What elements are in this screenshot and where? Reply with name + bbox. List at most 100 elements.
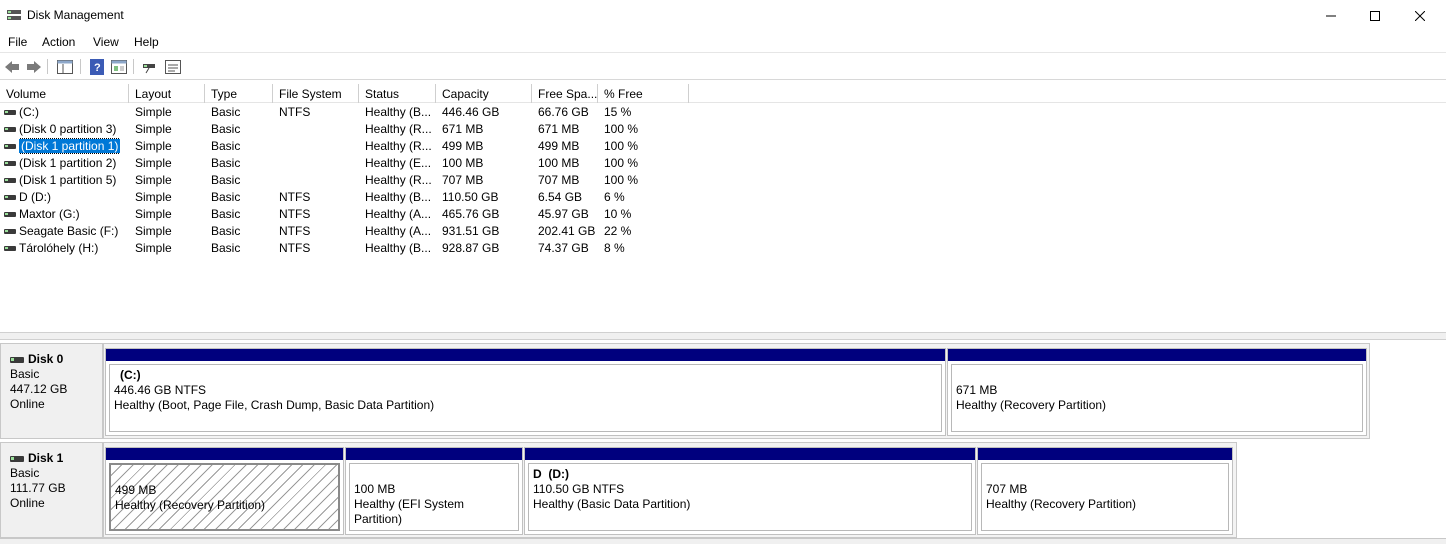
close-icon — [1415, 10, 1425, 21]
menu-file[interactable]: File — [8, 35, 27, 49]
connect-icon — [143, 63, 155, 73]
table-row[interactable]: (C:) Simple Basic NTFS Healthy (B... 446.46 G… — [0, 104, 1446, 121]
partition-body: 671 MB Healthy (Recovery Partition) — [951, 364, 1363, 432]
menu-action[interactable]: Action — [42, 35, 75, 49]
partition-disk0-recovery[interactable]: 671 MB Healthy (Recovery Partition) — [947, 348, 1367, 436]
cell-status: Healthy (E... — [365, 156, 432, 170]
menu-bar: File Action View Help — [0, 31, 1446, 53]
partition-disk1-recovery-1[interactable]: 499 MB Healthy (Recovery Partition) — [105, 447, 344, 535]
cell-percent-free: 100 % — [604, 122, 639, 136]
help-button[interactable]: ? — [88, 58, 106, 75]
cell-type: Basic — [211, 122, 241, 136]
table-row[interactable]: D (D:) Simple Basic NTFS Healthy (B... 110.50… — [0, 189, 1446, 206]
cell-volume: (Disk 1 partition 1) — [19, 138, 121, 155]
partition-disk1-recovery-5[interactable]: 707 MB Healthy (Recovery Partition) — [977, 447, 1233, 535]
volume-icon — [4, 246, 16, 251]
cell-type: Basic — [211, 156, 241, 170]
cell-free-space: 100 MB — [538, 156, 580, 170]
table-row[interactable]: (Disk 1 partition 1) Simple Basic Healthy (… — [0, 138, 1446, 155]
cell-layout: Simple — [135, 207, 172, 221]
cell-layout: Simple — [135, 241, 172, 255]
cell-percent-free: 8 % — [604, 241, 625, 255]
cell-percent-free: 15 % — [604, 105, 632, 119]
partition-body: 707 MB Healthy (Recovery Partition) — [981, 463, 1229, 531]
cell-layout: Simple — [135, 122, 172, 136]
table-row[interactable]: (Disk 0 partition 3) Simple Basic Healthy (… — [0, 121, 1446, 138]
partition-size: 671 MB — [956, 383, 998, 397]
disk-1-partition-track: 499 MB Healthy (Recovery Partition) 100 … — [103, 442, 1237, 538]
disk-0-name-row: Disk 0 — [10, 352, 102, 367]
cell-layout: Simple — [135, 139, 172, 153]
cell-volume: (C:) — [19, 105, 39, 119]
console-tree-icon — [57, 59, 73, 74]
partition-body: (C:) 446.46 GB NTFS Healthy (Boot, Page … — [109, 364, 942, 432]
cell-free-space: 6.54 GB — [538, 190, 583, 204]
column-header-status[interactable]: Status — [359, 84, 436, 103]
column-header-layout[interactable]: Layout — [129, 84, 205, 103]
cell-file-system: NTFS — [279, 224, 311, 238]
cell-volume: Maxtor (G:) — [19, 207, 80, 221]
cell-free-space: 45.97 GB — [538, 207, 589, 221]
partition-status: Healthy (Recovery Partition) — [986, 497, 1137, 511]
partition-size: 446.46 GB NTFS — [114, 383, 207, 397]
maximize-button[interactable] — [1352, 0, 1398, 31]
table-row[interactable]: Maxtor (G:) Simple Basic NTFS Healthy (A... 4… — [0, 206, 1446, 223]
toolbar: ? — [0, 53, 1446, 80]
connect-button[interactable] — [141, 58, 159, 75]
pane-splitter[interactable] — [0, 332, 1446, 340]
cell-percent-free: 6 % — [604, 190, 625, 204]
column-header-percent-free[interactable]: % Free — [598, 84, 689, 103]
cell-status: Healthy (A... — [365, 224, 432, 238]
volume-list-header: Volume Layout Type File System Status Ca… — [0, 84, 1446, 103]
table-row[interactable]: Seagate Basic (F:) Simple Basic NTFS Healthy… — [0, 223, 1446, 240]
volume-icon — [4, 229, 16, 234]
cell-volume: D (D:) — [19, 190, 51, 204]
disk-0-partition-track: (C:) 446.46 GB NTFS Healthy (Boot, Page … — [103, 343, 1370, 439]
partition-disk1-efi[interactable]: 100 MB Healthy (EFI System Partition) — [345, 447, 523, 535]
table-row[interactable]: (Disk 1 partition 5) Simple Basic Healthy (… — [0, 172, 1446, 189]
console-tree-button[interactable] — [56, 58, 74, 75]
table-row[interactable]: Tárolóhely (H:) Simple Basic NTFS Healthy (B… — [0, 240, 1446, 257]
disk-0-label[interactable]: Disk 0 Basic 447.12 GB Online — [0, 343, 103, 439]
disk-1-label[interactable]: Disk 1 Basic 111.77 GB Online — [0, 442, 103, 538]
cell-status: Healthy (R... — [365, 173, 432, 187]
column-header-capacity[interactable]: Capacity — [436, 84, 532, 103]
cell-file-system: NTFS — [279, 190, 311, 204]
table-row[interactable]: (Disk 1 partition 2) Simple Basic Healthy (… — [0, 155, 1446, 172]
column-header-type[interactable]: Type — [205, 84, 273, 103]
menu-help[interactable]: Help — [134, 35, 159, 49]
disk-icon — [10, 356, 24, 363]
svg-text:?: ? — [94, 62, 101, 74]
disk-0-size: 447.12 GB — [10, 382, 68, 396]
volume-icon — [4, 127, 16, 132]
minimize-button[interactable] — [1308, 0, 1354, 31]
partition-body-selected: 499 MB Healthy (Recovery Partition) — [109, 463, 340, 531]
forward-icon — [27, 60, 41, 73]
properties-button[interactable] — [110, 58, 128, 75]
partition-c[interactable]: (C:) 446.46 GB NTFS Healthy (Boot, Page … — [105, 348, 946, 436]
partition-bar — [346, 448, 522, 460]
menu-view[interactable]: View — [93, 35, 119, 49]
cell-type: Basic — [211, 190, 241, 204]
partition-size: 707 MB — [986, 482, 1028, 496]
cell-status: Healthy (B... — [365, 105, 432, 119]
disk-1-size: 111.77 GB — [10, 481, 66, 495]
partition-bar — [948, 349, 1366, 361]
cell-capacity: 707 MB — [442, 173, 484, 187]
cell-capacity: 499 MB — [442, 139, 484, 153]
back-button[interactable] — [3, 58, 21, 75]
partition-status: Healthy (Recovery Partition) — [956, 398, 1107, 412]
volume-icon — [4, 178, 16, 183]
column-header-free-space[interactable]: Free Spa... — [532, 84, 598, 103]
forward-button[interactable] — [25, 58, 43, 75]
volume-icon — [4, 110, 16, 115]
partition-d[interactable]: D (D:) 110.50 GB NTFS Healthy (Basic Dat… — [524, 447, 976, 535]
partition-body: D (D:) 110.50 GB NTFS Healthy (Basic Dat… — [528, 463, 972, 531]
partition-bar — [106, 448, 343, 460]
close-button[interactable] — [1397, 0, 1443, 31]
cell-free-space: 671 MB — [538, 122, 580, 136]
column-header-volume[interactable]: Volume — [0, 84, 129, 103]
window-title: Disk Management — [27, 8, 124, 22]
disk-list-button[interactable] — [164, 58, 182, 75]
column-header-file-system[interactable]: File System — [273, 84, 359, 103]
